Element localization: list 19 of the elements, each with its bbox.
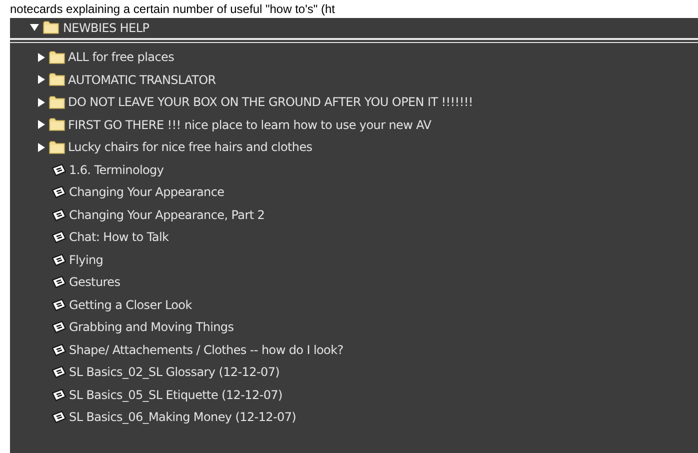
tree-item-label[interactable]: Changing Your Appearance xyxy=(69,183,224,202)
tree-item-label[interactable]: Shape/ Attachements / Clothes -- how do I look? xyxy=(69,340,344,359)
tree-item-label[interactable]: SL Basics_05_SL Etiquette (12-12-07) xyxy=(69,386,282,404)
tree-item-label[interactable]: Getting a Closer Look xyxy=(69,296,192,314)
tree-item-label[interactable]: FIRST GO THERE !!! nice place to learn how to use your new AV xyxy=(68,116,432,134)
tree-item-label[interactable]: Flying xyxy=(69,250,104,269)
tree-item-label[interactable]: SL Basics_02_SL Glossary (12-12-07) xyxy=(69,363,280,382)
tree-item-label[interactable]: DO NOT LEAVE YOUR BOX ON THE GROUND AFTER YOU OPEN IT !!!!!!! xyxy=(68,93,473,112)
tree-item-label[interactable]: Changing Your Appearance, Part 2 xyxy=(69,206,265,224)
tree-item-label[interactable]: AUTOMATIC TRANSLATOR xyxy=(68,70,216,89)
tree-item-label[interactable]: Grabbing and Moving Things xyxy=(69,318,234,336)
tree-item-label[interactable]: Gestures xyxy=(69,273,120,292)
tree-item-label[interactable]: ALL for free places xyxy=(68,48,174,66)
tree-item-label[interactable]: Chat: How to Talk xyxy=(69,228,169,246)
caption-text: notecards explaining a certain number of useful "how to's" (ht xyxy=(9,2,335,16)
tree-item-label[interactable]: SL Basics_06_Making Money (12-12-07) xyxy=(69,408,296,426)
tree-item-label[interactable]: 1.6. Terminology xyxy=(69,160,164,179)
tree-item-label[interactable]: Lucky chairs for nice free hairs and clothes xyxy=(68,138,312,156)
tree-item-label[interactable]: NEWBIES HELP xyxy=(63,18,150,36)
